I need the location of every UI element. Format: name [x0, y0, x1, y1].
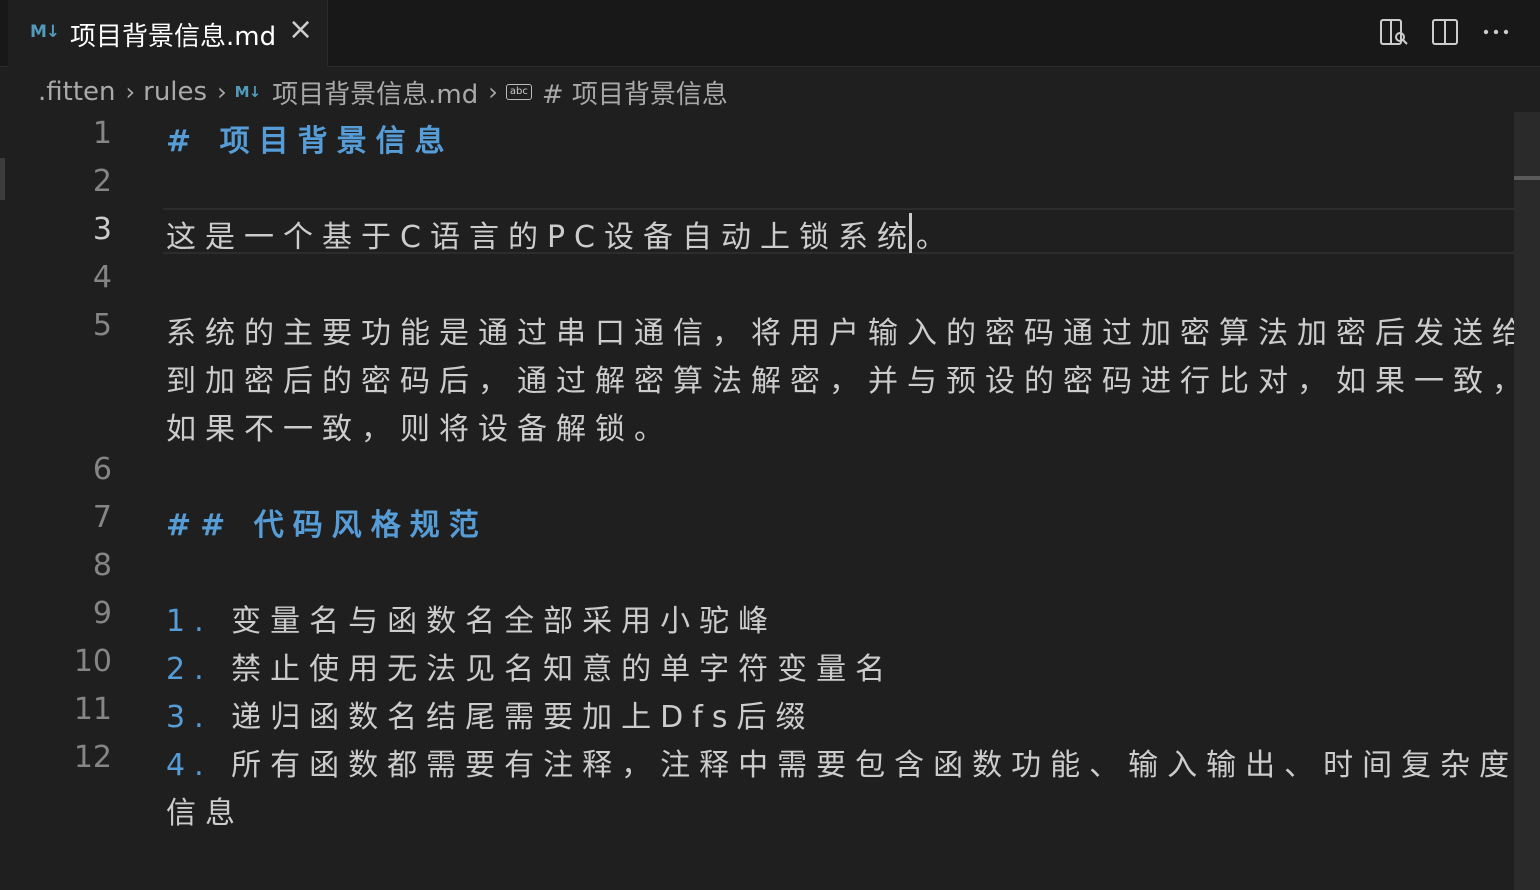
line-number: 5: [92, 308, 112, 343]
code-line-wrapped: 到加密后的密码后，通过解密算法解密，并与预设的密码进行比对，如果一致，则: [166, 364, 1540, 399]
breadcrumb-symbol[interactable]: # 项目背景信息: [542, 74, 728, 111]
string-symbol-icon: abc: [505, 84, 532, 100]
line-number: 11: [73, 692, 112, 727]
list-item: 3. 递归函数名结尾需要加上Dfs后缀: [166, 692, 814, 736]
code-line-wrapped: 如果不一致，则将设备解锁。: [166, 412, 673, 447]
list-item: 2. 禁止使用无法见名知意的单字符变量名: [166, 644, 894, 688]
code-line-wrapped: 信息: [166, 796, 244, 831]
editor-area[interactable]: 1 2 3 4 5 6 7 8 9 10 11 12 # 项目背景信息 这是一个…: [0, 112, 1540, 890]
heading-line: # 项目背景信息: [166, 124, 454, 159]
line-number: 4: [92, 260, 112, 295]
list-number: 4.: [166, 748, 213, 783]
list-item: 1. 变量名与函数名全部采用小驼峰: [166, 596, 777, 640]
breadcrumb: .fitten › rules › M↓ 项目背景信息.md › abc # 项…: [38, 72, 728, 112]
tab-bar: M↓ 项目背景信息.md ×: [0, 0, 1540, 67]
list-text: 所有函数都需要有注释，注释中需要包含函数功能、输入输出、时间复杂度、空: [231, 748, 1540, 783]
list-number: 3.: [166, 700, 213, 735]
list-item: 4. 所有函数都需要有注释，注释中需要包含函数功能、输入输出、时间复杂度、空: [166, 740, 1540, 784]
close-icon[interactable]: ×: [288, 12, 313, 47]
line-number: 2: [92, 164, 112, 199]
line-number: 8: [92, 548, 112, 583]
list-text: 变量名与函数名全部采用小驼峰: [231, 604, 778, 639]
line-number: 9: [92, 596, 112, 631]
list-number: 1.: [166, 604, 213, 639]
split-editor-icon[interactable]: [1429, 16, 1461, 48]
list-text: 禁止使用无法见名知意的单字符变量名: [231, 652, 895, 687]
list-number: 2.: [166, 652, 213, 687]
open-preview-icon[interactable]: [1378, 16, 1410, 48]
code-line: 这是一个基于C语言的PC设备自动上锁系统。: [166, 220, 955, 255]
code-line: 系统的主要功能是通过串口通信，将用户输入的密码通过加密算法加密后发送给设: [166, 316, 1540, 351]
markdown-icon: M↓: [234, 83, 261, 101]
breadcrumb-file[interactable]: 项目背景信息.md: [272, 74, 478, 111]
list-text: 递归函数名结尾需要加上Dfs后缀: [231, 700, 815, 735]
line-number: 1: [92, 116, 112, 151]
line-number-active: 3: [92, 212, 112, 247]
heading-line: ## 代码风格规范: [166, 508, 488, 543]
line-number: 12: [73, 740, 112, 775]
scrollbar-cursor-marker: [1514, 176, 1540, 180]
vertical-scrollbar[interactable]: [1514, 112, 1540, 890]
line-number: 6: [92, 452, 112, 487]
chevron-right-icon: ›: [125, 78, 136, 106]
more-actions-icon[interactable]: [1480, 16, 1512, 48]
tab-readme[interactable]: M↓ 项目背景信息.md ×: [8, 0, 328, 67]
chevron-right-icon: ›: [488, 78, 498, 106]
breadcrumb-folder-rules[interactable]: rules: [143, 77, 207, 107]
line-number: 7: [92, 500, 112, 535]
breadcrumb-folder-fitten[interactable]: .fitten: [38, 77, 116, 107]
text-cursor: [909, 213, 912, 253]
tab-label: 项目背景信息.md: [70, 22, 277, 52]
chevron-right-icon: ›: [217, 78, 227, 106]
line-number: 10: [73, 644, 112, 679]
markdown-icon: M↓: [30, 22, 60, 42]
